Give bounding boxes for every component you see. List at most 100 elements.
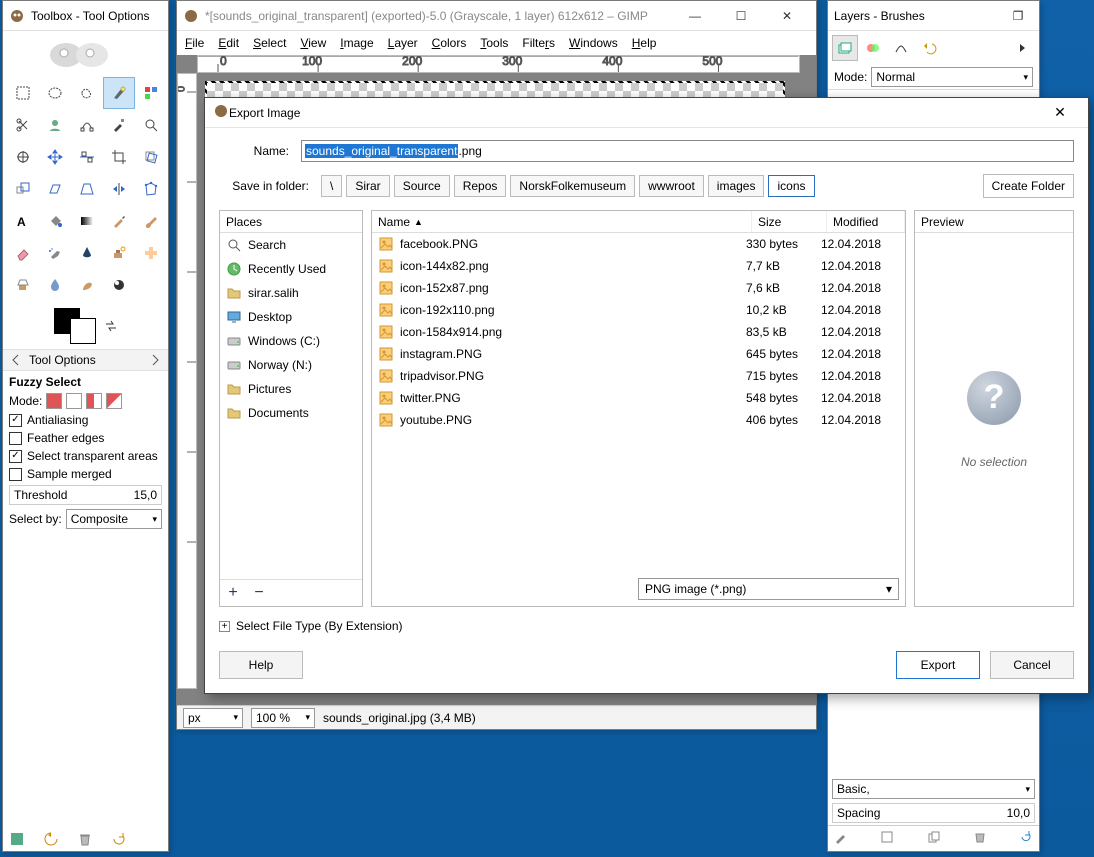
- tool-options-header[interactable]: Tool Options: [3, 349, 168, 371]
- mode-intersect-icon[interactable]: [106, 393, 122, 409]
- tool-measure[interactable]: [7, 141, 39, 173]
- tool-fuzzy-select[interactable]: [103, 77, 135, 109]
- feather-edges-checkbox[interactable]: Feather edges: [9, 431, 162, 445]
- tool-dodge[interactable]: [103, 269, 135, 301]
- layers-restore-button[interactable]: ❐: [1003, 2, 1033, 30]
- crumb-current[interactable]: icons: [768, 175, 814, 197]
- places-item[interactable]: Windows (C:): [220, 329, 362, 353]
- menu-layer[interactable]: Layer: [388, 36, 418, 50]
- select-by-dropdown[interactable]: Composite▾: [66, 509, 162, 529]
- tool-blur[interactable]: [39, 269, 71, 301]
- menu-filters[interactable]: Filters: [522, 36, 555, 50]
- brush-name-select[interactable]: Basic,▾: [832, 779, 1035, 799]
- brush-delete-icon[interactable]: [973, 830, 987, 847]
- tool-rotate[interactable]: [135, 141, 167, 173]
- close-button[interactable]: ✕: [764, 2, 810, 30]
- tool-move[interactable]: [39, 141, 71, 173]
- mode-subtract-icon[interactable]: [86, 393, 102, 409]
- menu-help[interactable]: Help: [632, 36, 657, 50]
- layers-titlebar[interactable]: Layers - Brushes ❐: [828, 1, 1039, 31]
- places-item[interactable]: sirar.salih: [220, 281, 362, 305]
- tool-align[interactable]: [71, 141, 103, 173]
- zoom-select[interactable]: 100 %▾: [251, 708, 315, 728]
- tool-shear[interactable]: [39, 173, 71, 205]
- file-type-filter[interactable]: PNG image (*.png)▾: [638, 578, 899, 600]
- menu-colors[interactable]: Colors: [432, 36, 467, 50]
- tool-heal[interactable]: [135, 237, 167, 269]
- unit-select[interactable]: px▾: [183, 708, 243, 728]
- col-name[interactable]: Name▲: [372, 211, 752, 232]
- brush-refresh-icon[interactable]: [1019, 830, 1033, 847]
- ruler-horizontal[interactable]: 0 100 200 300 400 500: [197, 55, 800, 73]
- tab-layers[interactable]: [832, 35, 858, 61]
- swap-colors-icon[interactable]: [104, 319, 118, 333]
- tool-cage[interactable]: [135, 173, 167, 205]
- tool-text[interactable]: A: [7, 205, 39, 237]
- menu-windows[interactable]: Windows: [569, 36, 618, 50]
- menu-view[interactable]: View: [300, 36, 326, 50]
- cancel-button[interactable]: Cancel: [990, 651, 1074, 679]
- brush-new-icon[interactable]: [880, 830, 894, 847]
- tool-paintbrush[interactable]: [135, 205, 167, 237]
- tool-airbrush[interactable]: [39, 237, 71, 269]
- col-size[interactable]: Size: [752, 211, 827, 232]
- delete-options-icon[interactable]: [77, 831, 93, 847]
- crumb[interactable]: Sirar: [346, 175, 389, 197]
- maximize-button[interactable]: ☐: [718, 2, 764, 30]
- layers-menu-icon[interactable]: [1009, 35, 1035, 61]
- tool-foreground-select[interactable]: [39, 109, 71, 141]
- background-color[interactable]: [70, 318, 96, 344]
- crumb[interactable]: Source: [394, 175, 450, 197]
- tool-pencil[interactable]: [103, 205, 135, 237]
- tool-scale[interactable]: [7, 173, 39, 205]
- select-file-type-expander[interactable]: + Select File Type (By Extension): [219, 619, 1074, 633]
- crumb[interactable]: wwwroot: [639, 175, 704, 197]
- menu-image[interactable]: Image: [340, 36, 373, 50]
- menu-select[interactable]: Select: [253, 36, 286, 50]
- sample-merged-checkbox[interactable]: Sample merged: [9, 467, 162, 481]
- file-row[interactable]: icon-1584x914.png83,5 kB12.04.2018: [372, 321, 905, 343]
- places-item[interactable]: Norway (N:): [220, 353, 362, 377]
- tool-perspective[interactable]: [71, 173, 103, 205]
- tool-smudge[interactable]: [71, 269, 103, 301]
- layer-mode-select[interactable]: Normal▾: [871, 67, 1033, 87]
- create-folder-button[interactable]: Create Folder: [983, 174, 1074, 198]
- restore-options-icon[interactable]: [43, 831, 59, 847]
- tool-eraser[interactable]: [7, 237, 39, 269]
- file-row[interactable]: icon-192x110.png10,2 kB12.04.2018: [372, 299, 905, 321]
- tool-ink[interactable]: [71, 237, 103, 269]
- help-button[interactable]: Help: [219, 651, 303, 679]
- tab-undo[interactable]: [916, 35, 942, 61]
- threshold-row[interactable]: Threshold 15,0: [9, 485, 162, 505]
- col-modified[interactable]: Modified: [827, 211, 905, 232]
- tool-blend[interactable]: [71, 205, 103, 237]
- menu-file[interactable]: File: [185, 36, 204, 50]
- crumb[interactable]: Repos: [454, 175, 507, 197]
- tab-paths[interactable]: [888, 35, 914, 61]
- tool-bucket-fill[interactable]: [39, 205, 71, 237]
- select-transparent-checkbox[interactable]: Select transparent areas: [9, 449, 162, 463]
- add-bookmark-button[interactable]: +: [224, 584, 242, 602]
- minimize-button[interactable]: —: [672, 2, 718, 30]
- tool-free-select[interactable]: [71, 77, 103, 109]
- places-item[interactable]: Documents: [220, 401, 362, 425]
- places-item[interactable]: Search: [220, 233, 362, 257]
- places-item[interactable]: Desktop: [220, 305, 362, 329]
- mode-replace-icon[interactable]: [46, 393, 62, 409]
- file-row[interactable]: facebook.PNG330 bytes12.04.2018: [372, 233, 905, 255]
- places-item[interactable]: Recently Used: [220, 257, 362, 281]
- tool-paths[interactable]: [71, 109, 103, 141]
- main-titlebar[interactable]: *[sounds_original_transparent] (exported…: [177, 1, 816, 31]
- name-input[interactable]: sounds_original_transparent.png: [301, 140, 1074, 162]
- dialog-titlebar[interactable]: Export Image ✕: [205, 98, 1088, 128]
- tool-by-color-select[interactable]: [135, 77, 167, 109]
- tool-color-picker[interactable]: [103, 109, 135, 141]
- file-row[interactable]: instagram.PNG645 bytes12.04.2018: [372, 343, 905, 365]
- antialiasing-checkbox[interactable]: Antialiasing: [9, 413, 162, 427]
- reset-options-icon[interactable]: [111, 831, 127, 847]
- menu-tools[interactable]: Tools: [480, 36, 508, 50]
- save-options-icon[interactable]: [9, 831, 25, 847]
- tool-crop[interactable]: [103, 141, 135, 173]
- tool-scissors[interactable]: [7, 109, 39, 141]
- remove-bookmark-button[interactable]: −: [250, 584, 268, 602]
